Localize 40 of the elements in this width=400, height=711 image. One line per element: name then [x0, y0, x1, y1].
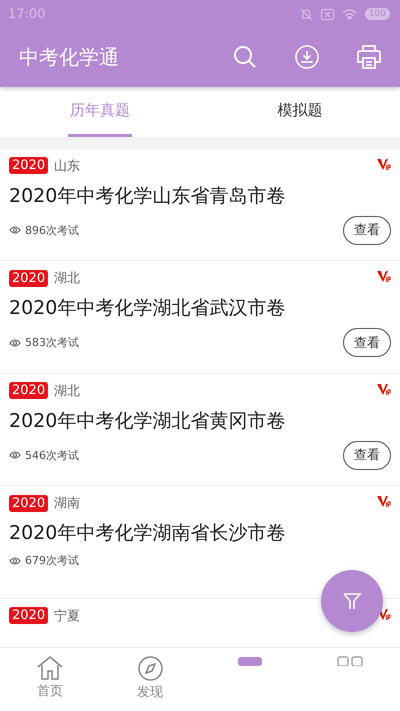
eye-icon: [9, 556, 21, 565]
paper-title[interactable]: 2020年中考化学湖南省长沙市卷: [9, 520, 391, 546]
year-tag: 2020: [9, 157, 48, 174]
nav-item[interactable]: 发现: [100, 648, 200, 711]
bell-off-icon: [300, 8, 313, 20]
year-tag: 2020: [9, 270, 48, 287]
compass-icon: [138, 656, 162, 681]
eye-icon: [9, 338, 21, 347]
paper-title[interactable]: 2020年中考化学湖北省武汉市卷: [9, 295, 391, 322]
exam-count: 546次考试: [25, 448, 79, 463]
exam-count: 583次考试: [25, 335, 79, 350]
download-button[interactable]: [294, 44, 320, 70]
year-tag: 2020: [9, 494, 48, 512]
nav-item[interactable]: 首页: [0, 648, 100, 711]
view-button[interactable]: 查看: [343, 440, 391, 470]
wifi-icon: [342, 8, 357, 20]
filter-button[interactable]: [321, 570, 383, 632]
region-label: 湖南: [54, 495, 82, 512]
region-label: 湖北: [54, 382, 82, 400]
eye-icon: [9, 451, 21, 460]
filter-icon: [342, 591, 362, 611]
sim-icon: [320, 8, 334, 20]
tab[interactable]: 模拟题: [276, 86, 324, 137]
year-tag: 2020: [9, 607, 48, 624]
view-button[interactable]: 查看: [343, 216, 391, 245]
region-label: 湖北: [54, 270, 82, 288]
exam-count: 896次考试: [25, 222, 79, 238]
grid-icon: [337, 656, 363, 666]
house-icon: [37, 656, 63, 680]
region-label: 宁夏: [54, 608, 82, 625]
exam-count: 679次考试: [25, 553, 79, 568]
year-tag: 2020: [9, 382, 48, 400]
print-button[interactable]: [356, 44, 382, 70]
app-title: 中考化学通: [19, 44, 120, 71]
view-button[interactable]: 查看: [343, 328, 391, 358]
paper-title[interactable]: 2020年中考化学山东省青岛市卷: [9, 182, 391, 209]
paper-title[interactable]: 2020年中考化学湖北省黄冈市卷: [9, 408, 391, 434]
eye-icon: [9, 226, 21, 234]
region-label: 山东: [54, 158, 82, 175]
search-button[interactable]: [232, 44, 258, 70]
